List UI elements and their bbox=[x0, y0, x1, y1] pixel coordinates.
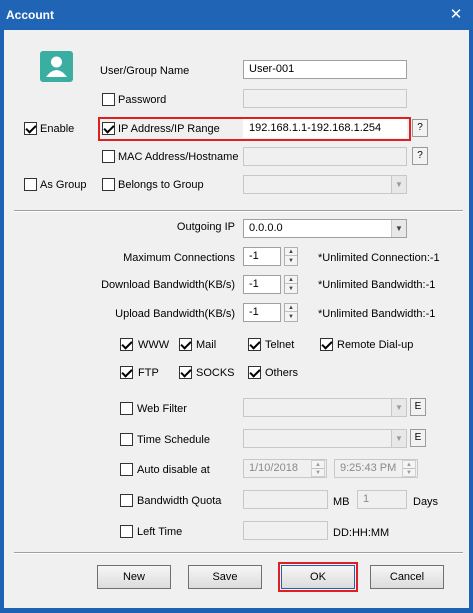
password-label: Password bbox=[118, 94, 167, 106]
close-button[interactable]: ✕ bbox=[445, 6, 467, 24]
protocol-www-checkbox[interactable] bbox=[120, 338, 133, 351]
save-button[interactable]: Save bbox=[188, 565, 262, 589]
protocol-others-checkbox[interactable] bbox=[248, 366, 261, 379]
auto-disable-label: Auto disable at bbox=[137, 464, 210, 476]
protocol-telnet-checkbox[interactable] bbox=[248, 338, 261, 351]
bandwidth-quota-label: Bandwidth Quota bbox=[137, 495, 222, 507]
chevron-down-icon: ▼ bbox=[391, 430, 406, 447]
enable-checkbox[interactable] bbox=[24, 122, 37, 135]
max-connections-input[interactable]: -1 bbox=[243, 247, 281, 266]
name-label: User/Group Name bbox=[100, 65, 190, 77]
protocol-www-label: WWW bbox=[138, 339, 170, 351]
divider-bottom bbox=[14, 552, 463, 554]
auto-disable-date-spinner[interactable]: ▲ ▼ bbox=[311, 460, 325, 477]
enable-label: Enable bbox=[40, 123, 75, 135]
left-time-label: Left Time bbox=[137, 526, 183, 538]
quota-days-label: Days bbox=[413, 496, 439, 508]
as-group-checkbox[interactable] bbox=[24, 178, 37, 191]
max-connections-spinner[interactable]: ▲ ▼ bbox=[284, 247, 298, 266]
web-filter-label: Web Filter bbox=[137, 403, 187, 415]
left-time-input[interactable] bbox=[243, 521, 328, 540]
spin-down-icon[interactable]: ▼ bbox=[285, 257, 297, 265]
protocol-mail-checkbox[interactable] bbox=[179, 338, 192, 351]
auto-disable-time-spinner[interactable]: ▲ ▼ bbox=[402, 460, 416, 477]
protocol-ftp-label: FTP bbox=[138, 367, 159, 379]
ok-button[interactable]: OK bbox=[281, 565, 355, 589]
quota-days-input[interactable]: 1 bbox=[357, 490, 407, 509]
as-group-label: As Group bbox=[40, 179, 87, 191]
protocol-socks-checkbox[interactable] bbox=[179, 366, 192, 379]
protocol-others-label: Others bbox=[265, 367, 299, 379]
spin-up-icon[interactable]: ▲ bbox=[312, 461, 324, 469]
ip-range-label: IP Address/IP Range bbox=[118, 123, 220, 135]
download-bandwidth-spinner[interactable]: ▲ ▼ bbox=[284, 275, 298, 294]
mac-help-button[interactable]: ? bbox=[412, 147, 428, 165]
time-schedule-select[interactable]: ▼ bbox=[243, 429, 407, 448]
chevron-down-icon: ▼ bbox=[391, 220, 406, 237]
password-input[interactable] bbox=[243, 89, 407, 108]
outgoing-ip-select[interactable]: 0.0.0.0 ▼ bbox=[243, 219, 407, 238]
mac-checkbox[interactable] bbox=[102, 150, 115, 163]
ip-help-button[interactable]: ? bbox=[412, 119, 428, 137]
left-time-format: DD:HH:MM bbox=[333, 527, 390, 539]
belongs-to-group-label: Belongs to Group bbox=[118, 179, 204, 191]
chevron-down-icon: ▼ bbox=[391, 399, 406, 416]
belongs-to-group-checkbox[interactable] bbox=[102, 178, 115, 191]
spin-up-icon[interactable]: ▲ bbox=[285, 248, 297, 256]
spin-down-icon[interactable]: ▼ bbox=[403, 469, 415, 477]
protocol-ftp-checkbox[interactable] bbox=[120, 366, 133, 379]
left-time-checkbox[interactable] bbox=[120, 525, 133, 538]
download-bandwidth-note: *Unlimited Bandwidth:-1 bbox=[318, 279, 436, 291]
spin-up-icon[interactable]: ▲ bbox=[285, 276, 297, 284]
ip-range-checkbox[interactable] bbox=[102, 122, 115, 135]
upload-bandwidth-note: *Unlimited Bandwidth:-1 bbox=[318, 308, 436, 320]
time-schedule-edit-button[interactable]: E bbox=[410, 429, 426, 447]
spin-down-icon[interactable]: ▼ bbox=[285, 285, 297, 293]
protocol-mail-label: Mail bbox=[196, 339, 217, 351]
max-connections-note: *Unlimited Connection:-1 bbox=[318, 252, 440, 264]
protocol-remote-dialup-label: Remote Dial-up bbox=[337, 339, 414, 351]
chevron-down-icon: ▼ bbox=[391, 176, 406, 193]
divider-top bbox=[14, 210, 463, 212]
web-filter-edit-button[interactable]: E bbox=[410, 398, 426, 416]
download-bandwidth-label: Download Bandwidth(KB/s) bbox=[101, 279, 235, 291]
spin-up-icon[interactable]: ▲ bbox=[285, 304, 297, 312]
protocol-telnet-label: Telnet bbox=[265, 339, 295, 351]
user-avatar-icon bbox=[40, 51, 73, 82]
window-title: Account bbox=[6, 8, 54, 22]
account-dialog: Account ✕ Enable As Group User/Group Nam… bbox=[0, 0, 473, 613]
name-input[interactable]: User-001 bbox=[243, 60, 407, 79]
auto-disable-checkbox[interactable] bbox=[120, 463, 133, 476]
upload-bandwidth-label: Upload Bandwidth(KB/s) bbox=[115, 308, 235, 320]
group-select[interactable]: ▼ bbox=[243, 175, 407, 194]
web-filter-checkbox[interactable] bbox=[120, 402, 133, 415]
spin-up-icon[interactable]: ▲ bbox=[403, 461, 415, 469]
mac-label: MAC Address/Hostname bbox=[118, 151, 239, 163]
spin-down-icon[interactable]: ▼ bbox=[285, 313, 297, 321]
protocol-remote-dialup-checkbox[interactable] bbox=[320, 338, 333, 351]
bandwidth-quota-checkbox[interactable] bbox=[120, 494, 133, 507]
password-checkbox[interactable] bbox=[102, 93, 115, 106]
protocol-socks-label: SOCKS bbox=[196, 367, 235, 379]
auto-disable-date: 1/10/2018 bbox=[249, 462, 298, 474]
max-connections-label: Maximum Connections bbox=[123, 252, 235, 264]
dialog-body: Enable As Group User/Group Name User-001… bbox=[4, 30, 469, 608]
time-schedule-checkbox[interactable] bbox=[120, 433, 133, 446]
download-bandwidth-input[interactable]: -1 bbox=[243, 275, 281, 294]
title-bar[interactable]: Account ✕ bbox=[0, 0, 473, 30]
upload-bandwidth-input[interactable]: -1 bbox=[243, 303, 281, 322]
spin-down-icon[interactable]: ▼ bbox=[312, 469, 324, 477]
upload-bandwidth-spinner[interactable]: ▲ ▼ bbox=[284, 303, 298, 322]
outgoing-ip-label: Outgoing IP bbox=[176, 221, 235, 233]
outgoing-ip-value: 0.0.0.0 bbox=[249, 222, 283, 234]
time-schedule-label: Time Schedule bbox=[137, 434, 210, 446]
web-filter-select[interactable]: ▼ bbox=[243, 398, 407, 417]
ip-range-input[interactable]: 192.168.1.1-192.168.1.254 bbox=[243, 119, 407, 138]
new-button[interactable]: New bbox=[97, 565, 171, 589]
mac-input[interactable] bbox=[243, 147, 407, 166]
bandwidth-quota-input[interactable] bbox=[243, 490, 328, 509]
cancel-button[interactable]: Cancel bbox=[370, 565, 444, 589]
auto-disable-time: 9:25:43 PM bbox=[340, 462, 397, 474]
bandwidth-quota-unit: MB bbox=[333, 496, 350, 508]
